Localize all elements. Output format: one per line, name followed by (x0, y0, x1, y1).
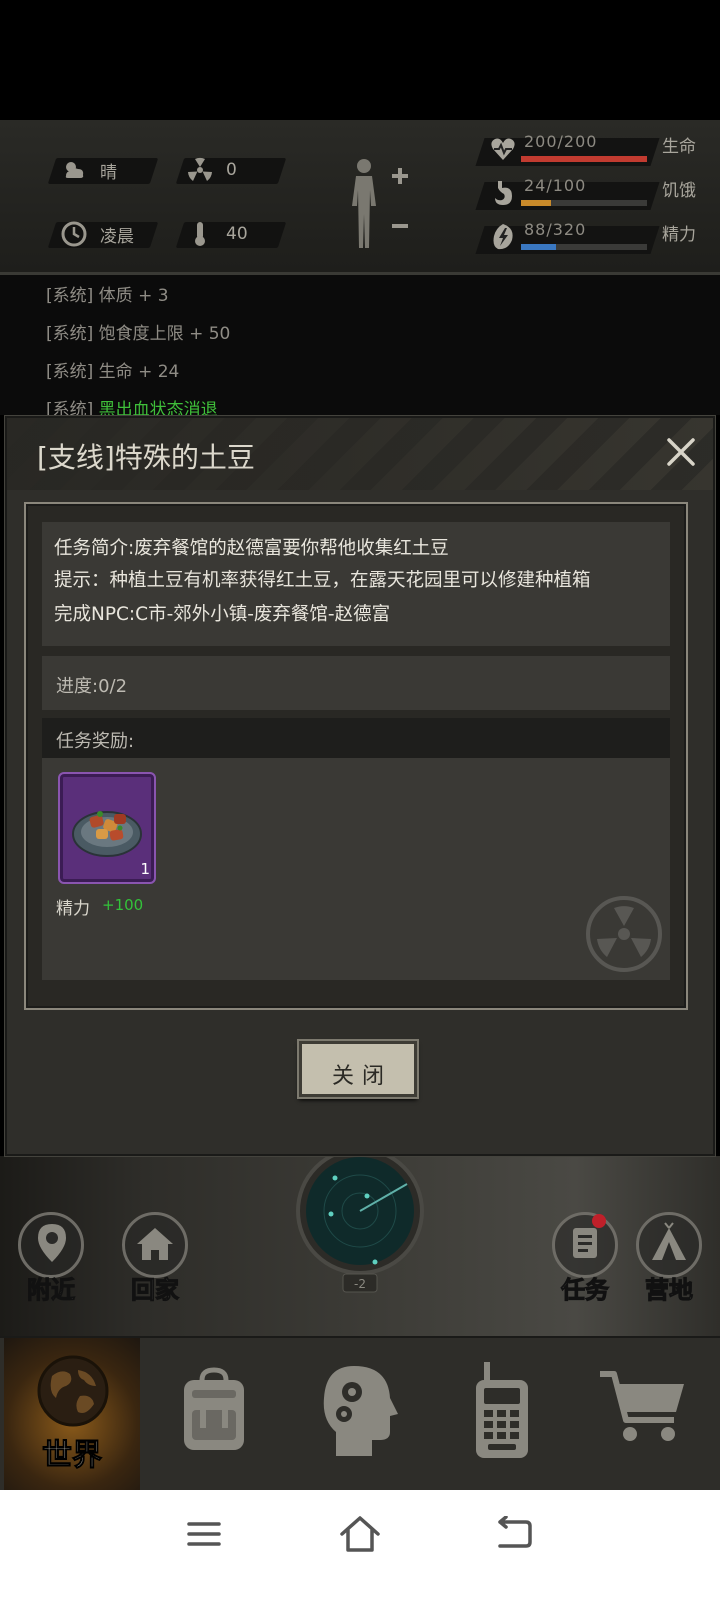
health-bar (521, 156, 647, 162)
nearby-label: 附近 (27, 1276, 76, 1305)
home-icon (137, 1228, 173, 1260)
radar-scanner[interactable]: -2 (295, 1146, 425, 1296)
hunger-bar (521, 200, 552, 206)
back-icon[interactable] (494, 1516, 534, 1552)
menu-icon[interactable] (186, 1516, 222, 1552)
log-line: [系统] 体质 + 3 (46, 286, 169, 306)
reward-quantity: 1 (140, 860, 150, 878)
quest-scroll-icon (573, 1228, 597, 1258)
hunger-value: 24/100 (524, 176, 587, 195)
home-nav-icon[interactable] (338, 1514, 382, 1554)
energy-value: 88/320 (524, 220, 587, 239)
log-line: [系统] 饱食度上限 + 50 (46, 324, 231, 344)
map-pin-icon (38, 1224, 66, 1262)
body-status-icon[interactable] (340, 156, 420, 252)
quest-description: 任务简介:废弃餐馆的赵德富要你帮他收集红土豆 提示：种植土豆有机率获得红土豆，在… (42, 522, 670, 646)
hunger-stat: 24/100 饥饿 (475, 176, 720, 212)
health-stat: 200/200 生命 (475, 132, 720, 168)
reward-list: 1 精力 +100 (42, 758, 670, 980)
camp-button[interactable]: 营地 (634, 1212, 704, 1305)
health-value: 200/200 (524, 132, 598, 151)
health-label: 生命 (662, 137, 696, 157)
radiation-icon (188, 157, 212, 181)
tab-world[interactable]: 世界 (4, 1338, 140, 1492)
backpack-icon (184, 1367, 244, 1450)
dialog-title: [支线]特殊的土豆 (37, 441, 255, 474)
reward-header-text: 任务奖励: (56, 731, 135, 752)
log-line: [系统] 生命 + 24 (46, 362, 180, 382)
radiation-watermark-icon (586, 896, 662, 972)
tab-skills[interactable] (288, 1338, 428, 1492)
camp-label: 营地 (645, 1276, 694, 1305)
quest-label: 任务 (561, 1276, 610, 1305)
tab-shop[interactable] (576, 1338, 716, 1492)
temperature-info: 40 (186, 220, 248, 248)
tab-radio[interactable] (432, 1338, 572, 1492)
reward-value: +100 (102, 896, 144, 914)
weather-info: 晴 (60, 156, 117, 184)
radiation-value: 0 (226, 160, 237, 180)
shopping-cart-icon (600, 1371, 684, 1441)
system-log[interactable]: [系统] 体质 + 3 [系统] 饱食度上限 + 50 [系统] 生命 + 24… (0, 275, 720, 420)
tab-world-label: 世界 (42, 1438, 103, 1474)
status-header: 晴 0 凌晨 40 200/200 生命 24/100 饥饿 88/320 精力 (0, 120, 720, 275)
energy-bolt-icon (493, 224, 513, 250)
stomach-icon (495, 181, 512, 205)
close-button[interactable]: 关闭 (299, 1041, 417, 1097)
home-label: 回家 (131, 1276, 180, 1305)
quest-button[interactable]: 任务 (550, 1212, 620, 1305)
energy-stat: 88/320 精力 (475, 220, 720, 256)
reward-item-slot[interactable]: 1 (58, 772, 156, 884)
nearby-button[interactable]: 附近 (16, 1212, 86, 1305)
tab-backpack[interactable] (144, 1338, 284, 1492)
weather-text: 晴 (100, 162, 117, 183)
walkie-talkie-icon (476, 1362, 528, 1458)
globe-icon (37, 1355, 109, 1427)
quest-hint: 提示：种植土豆有机率获得红土豆，在露天花园里可以修建种植箱 (54, 570, 591, 591)
home-button[interactable]: 回家 (120, 1212, 190, 1305)
quest-npc: 完成NPC:C市-郊外小镇-废弃餐馆-赵德富 (54, 604, 391, 625)
progress-text: 进度:0/2 (56, 676, 128, 697)
time-info: 凌晨 (60, 220, 134, 248)
tent-icon (652, 1222, 686, 1260)
quest-summary: 任务简介:废弃餐馆的赵德富要你帮他收集红土豆 (54, 538, 449, 559)
reward-header: 任务奖励: (42, 718, 670, 758)
temperature-value: 40 (226, 224, 248, 244)
close-icon[interactable] (661, 432, 701, 472)
close-button-label: 关闭 (331, 1064, 392, 1089)
heart-pulse-icon (491, 138, 515, 160)
radar-level: -2 (354, 1277, 366, 1291)
potato-dish-icon (72, 811, 142, 857)
energy-label: 精力 (662, 225, 696, 245)
quest-dialog: [支线]特殊的土豆 任务简介:废弃餐馆的赵德富要你帮他收集红土豆 提示：种植土豆… (5, 416, 715, 1156)
clock-icon (61, 221, 87, 247)
quest-progress: 进度:0/2 (42, 656, 670, 710)
head-gears-icon (323, 1366, 398, 1456)
sun-cloud-icon (65, 162, 84, 178)
quest-detail-panel: 任务简介:废弃餐馆的赵德富要你帮他收集红土豆 提示：种植土豆有机率获得红土豆，在… (24, 502, 688, 1010)
energy-bar (521, 244, 556, 250)
bottom-navigation: 世界 (0, 1336, 720, 1492)
hunger-label: 饥饿 (662, 181, 696, 201)
quest-notification-dot (592, 1214, 606, 1228)
time-of-day-text: 凌晨 (100, 226, 134, 247)
reward-name: 精力 (56, 899, 90, 919)
thermometer-icon (195, 222, 205, 246)
radiation-info: 0 (186, 156, 237, 184)
system-navigation-bar (0, 1490, 720, 1600)
